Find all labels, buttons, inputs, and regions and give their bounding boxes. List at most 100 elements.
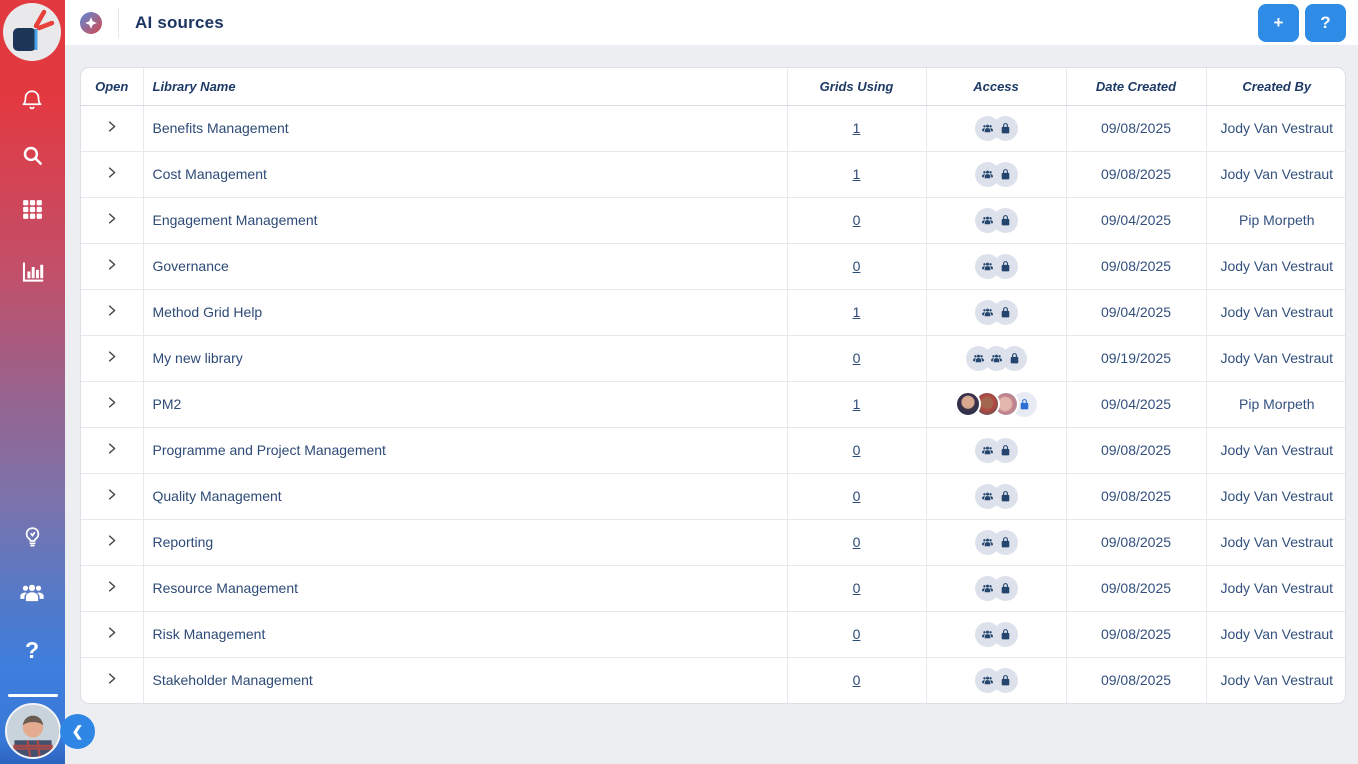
- date-created: 09/08/2025: [1101, 626, 1171, 642]
- library-name[interactable]: PM2: [153, 396, 182, 412]
- open-library-chevron-icon[interactable]: [104, 625, 119, 640]
- date-created: 09/08/2025: [1101, 120, 1171, 136]
- grids-using-link[interactable]: 0: [853, 488, 861, 504]
- open-library-chevron-icon[interactable]: [104, 211, 119, 226]
- grids-using-link[interactable]: 1: [853, 166, 861, 182]
- table-header-row: Open Library Name Grids Using Access Dat…: [81, 68, 1346, 105]
- apps-grid-icon[interactable]: [14, 191, 50, 227]
- app-root: ? ❮ AI sources: [0, 0, 1358, 764]
- grids-using-link[interactable]: 0: [853, 258, 861, 274]
- add-source-button[interactable]: +: [1258, 4, 1299, 42]
- access-icons[interactable]: [975, 116, 1018, 141]
- library-name[interactable]: Governance: [153, 258, 229, 274]
- library-name[interactable]: Method Grid Help: [153, 304, 263, 320]
- access-icons[interactable]: [966, 346, 1027, 371]
- library-name[interactable]: Reporting: [153, 534, 214, 550]
- notifications-bell-icon[interactable]: [14, 83, 50, 119]
- grids-using-link[interactable]: 0: [853, 212, 861, 228]
- access-icons[interactable]: [975, 530, 1018, 555]
- header-divider: [118, 8, 119, 38]
- open-library-chevron-icon[interactable]: [104, 303, 119, 318]
- group-access-icon: [975, 438, 1000, 463]
- created-by: Jody Van Vestraut: [1220, 120, 1333, 136]
- date-created: 09/04/2025: [1101, 304, 1171, 320]
- group-access-icon: [975, 208, 1000, 233]
- created-by: Jody Van Vestraut: [1220, 442, 1333, 458]
- access-icons[interactable]: [975, 162, 1018, 187]
- open-library-chevron-icon[interactable]: [104, 165, 119, 180]
- library-name[interactable]: Engagement Management: [153, 212, 318, 228]
- open-library-chevron-icon[interactable]: [104, 257, 119, 272]
- date-created: 09/08/2025: [1101, 488, 1171, 504]
- user-avatar[interactable]: [5, 703, 61, 759]
- access-icons[interactable]: [975, 576, 1018, 601]
- library-name[interactable]: Programme and Project Management: [153, 442, 386, 458]
- group-access-icon: [975, 530, 1000, 555]
- grids-using-link[interactable]: 0: [853, 534, 861, 550]
- search-icon[interactable]: [14, 137, 50, 173]
- sidebar: ? ❮: [0, 0, 65, 764]
- header-actions: + ?: [1258, 4, 1346, 42]
- group-access-icon: [975, 162, 1000, 187]
- ideas-lightbulb-icon[interactable]: [14, 519, 50, 555]
- library-name[interactable]: Cost Management: [153, 166, 267, 182]
- grids-using-link[interactable]: 0: [853, 350, 861, 366]
- open-library-chevron-icon[interactable]: [104, 487, 119, 502]
- created-by: Jody Van Vestraut: [1220, 488, 1333, 504]
- created-by: Jody Van Vestraut: [1220, 258, 1333, 274]
- table-row: My new library009/19/2025Jody Van Vestra…: [81, 335, 1346, 381]
- grids-using-link[interactable]: 1: [853, 396, 861, 412]
- open-library-chevron-icon[interactable]: [104, 349, 119, 364]
- column-header-access: Access: [926, 68, 1066, 105]
- access-icons[interactable]: [975, 300, 1018, 325]
- library-name[interactable]: Resource Management: [153, 580, 299, 596]
- library-name[interactable]: Risk Management: [153, 626, 266, 642]
- table-row: Risk Management009/08/2025Jody Van Vestr…: [81, 611, 1346, 657]
- member-avatar: [955, 391, 981, 417]
- grids-using-link[interactable]: 0: [853, 626, 861, 642]
- grids-using-link[interactable]: 1: [853, 304, 861, 320]
- table-row: Cost Management109/08/2025Jody Van Vestr…: [81, 151, 1346, 197]
- library-name[interactable]: Quality Management: [153, 488, 282, 504]
- open-library-chevron-icon[interactable]: [104, 119, 119, 134]
- date-created: 09/08/2025: [1101, 672, 1171, 688]
- page-title: AI sources: [135, 13, 224, 33]
- table-row: Stakeholder Management 0 09/08/2025 Jody Va…: [81, 657, 1346, 703]
- analytics-chart-icon[interactable]: [14, 253, 50, 289]
- collapse-sidebar-button[interactable]: ❮: [60, 714, 95, 749]
- grids-using-link[interactable]: 0: [853, 672, 861, 688]
- open-library-chevron-icon[interactable]: [104, 395, 119, 410]
- libraries-table: Open Library Name Grids Using Access Dat…: [80, 67, 1346, 704]
- grids-using-link[interactable]: 1: [853, 120, 861, 136]
- date-created: 09/04/2025: [1101, 212, 1171, 228]
- brand-logo-icon[interactable]: [2, 2, 62, 62]
- access-icons[interactable]: [975, 208, 1018, 233]
- open-library-chevron-icon[interactable]: [104, 579, 119, 594]
- access-icons[interactable]: [975, 484, 1018, 509]
- group-access-icon: [966, 346, 991, 371]
- sparkle-page-icon: [79, 11, 103, 35]
- open-library-chevron-icon[interactable]: [104, 533, 119, 548]
- table-row: PM2109/04/2025Pip Morpeth: [81, 381, 1346, 427]
- grids-using-link[interactable]: 0: [853, 442, 861, 458]
- access-icons[interactable]: [975, 438, 1018, 463]
- date-created: 09/08/2025: [1101, 166, 1171, 182]
- team-users-icon[interactable]: [14, 575, 50, 611]
- help-button[interactable]: ?: [1305, 4, 1346, 42]
- access-icons[interactable]: [975, 622, 1018, 647]
- column-header-grids-using: Grids Using: [787, 68, 926, 105]
- access-icons[interactable]: [955, 391, 1037, 417]
- access-icons[interactable]: [975, 668, 1018, 693]
- help-question-icon[interactable]: ?: [14, 632, 50, 668]
- group-access-icon: [975, 668, 1000, 693]
- grids-using-link[interactable]: 0: [853, 580, 861, 596]
- library-name[interactable]: My new library: [153, 350, 243, 366]
- created-by: Jody Van Vestraut: [1220, 672, 1333, 688]
- library-name[interactable]: Benefits Management: [153, 120, 289, 136]
- group-access-icon: [975, 622, 1000, 647]
- access-icons[interactable]: [975, 254, 1018, 279]
- open-library-chevron-icon[interactable]: [104, 671, 119, 686]
- open-library-chevron-icon[interactable]: [104, 441, 119, 456]
- library-name[interactable]: Stakeholder Management: [153, 672, 313, 688]
- created-by: Jody Van Vestraut: [1220, 304, 1333, 320]
